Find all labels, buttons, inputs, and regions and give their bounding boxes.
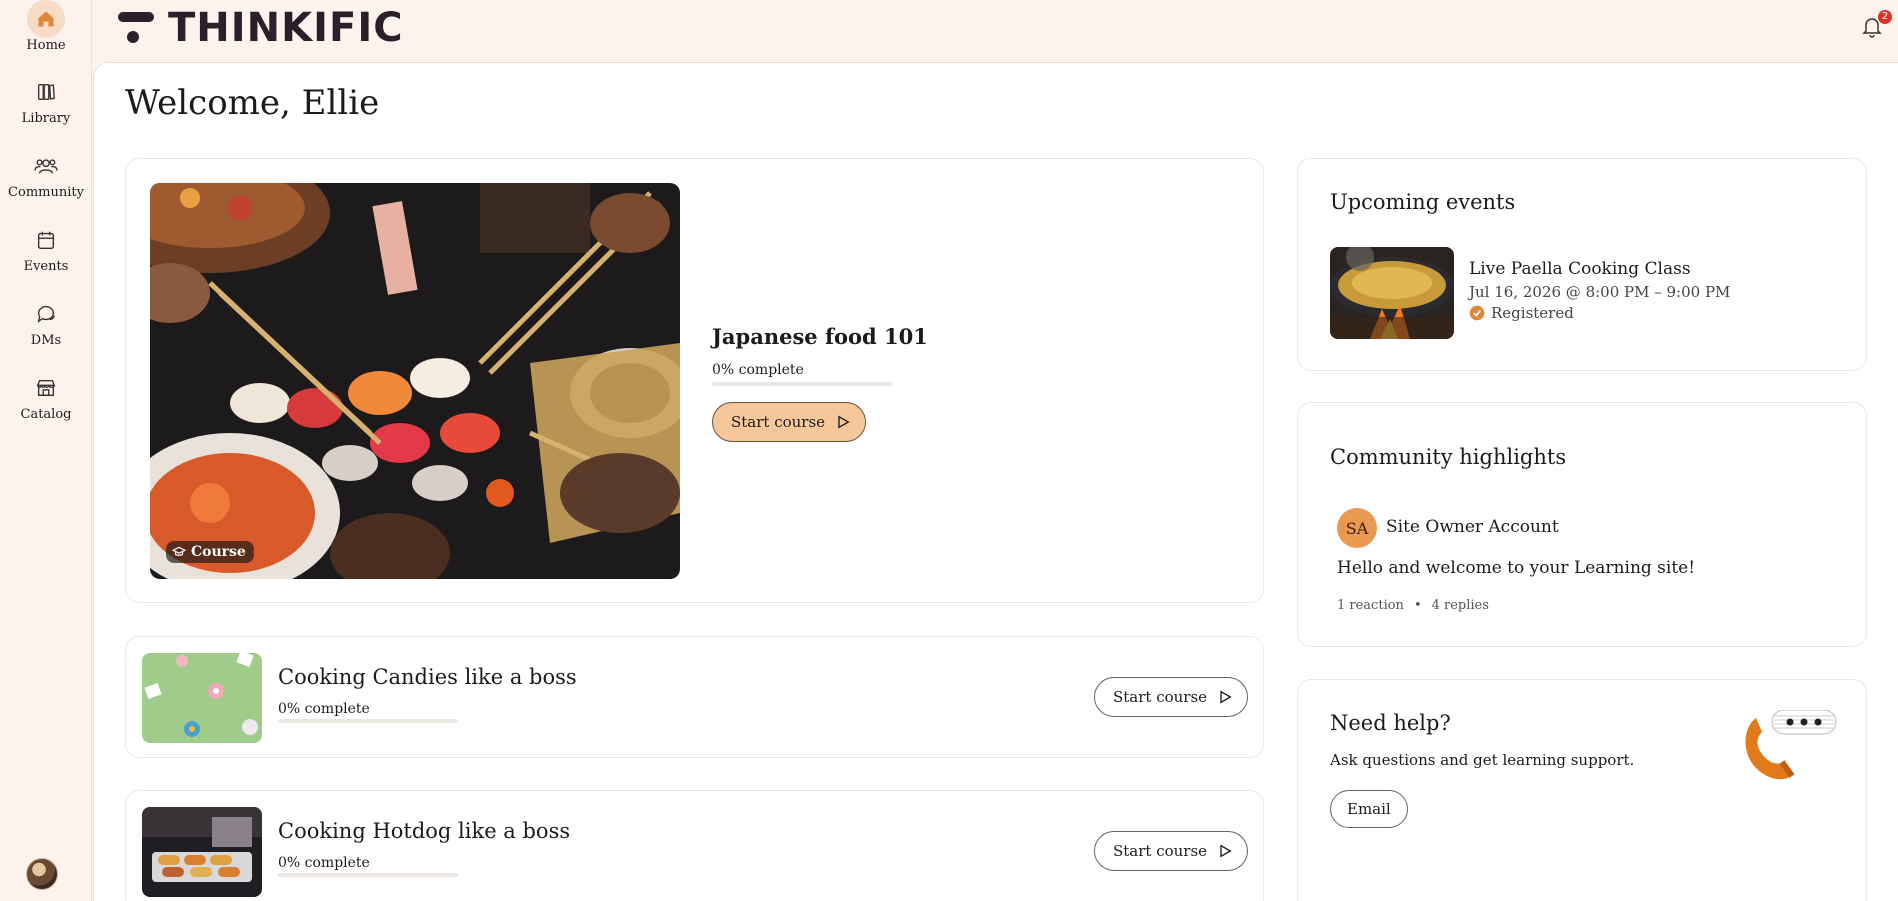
course-title[interactable]: Cooking Candies like a boss	[278, 665, 577, 689]
sidebar-item-label: Library	[21, 111, 71, 126]
thinkific-logo[interactable]: THINKIFIC	[116, 5, 404, 51]
course-thumbnail[interactable]	[142, 807, 262, 897]
hotdog-image	[142, 807, 262, 897]
sidebar-item-label: Community	[8, 185, 84, 200]
post-replies[interactable]: 4 replies	[1432, 598, 1489, 613]
email-button[interactable]: Email	[1330, 790, 1408, 828]
meta-separator: •	[1413, 598, 1422, 613]
sidebar-item-dms[interactable]: DMs	[0, 299, 92, 365]
need-help-heading: Need help?	[1330, 711, 1451, 735]
home-icon	[27, 0, 65, 38]
sidebar-item-community[interactable]: Community	[0, 151, 92, 217]
calendar-icon	[31, 225, 61, 255]
start-course-button[interactable]: Start course	[1094, 677, 1249, 717]
user-avatar[interactable]	[26, 858, 58, 890]
sidebar-item-home[interactable]: Home	[0, 0, 92, 70]
paella-image	[1330, 247, 1454, 339]
start-course-button[interactable]: Start course	[712, 402, 867, 442]
chat-icon	[31, 299, 61, 329]
notifications-button[interactable]: 2	[1860, 10, 1892, 40]
start-course-label: Start course	[1113, 842, 1208, 860]
start-course-label: Start course	[1113, 688, 1208, 706]
post-meta: 1 reaction • 4 replies	[1337, 598, 1489, 613]
sidebar-item-events[interactable]: Events	[0, 225, 92, 291]
email-button-label: Email	[1347, 800, 1391, 818]
need-help-card: Need help? Ask questions and get learnin…	[1297, 679, 1867, 901]
community-icon	[31, 151, 61, 181]
event-status: Registered	[1469, 304, 1574, 322]
featured-course-image[interactable]: Course	[150, 183, 680, 579]
logo-text: THINKIFIC	[168, 5, 404, 51]
event-status-label: Registered	[1491, 304, 1574, 322]
sidebar-item-label: Home	[26, 38, 66, 53]
sidebar-item-label: Catalog	[20, 407, 72, 422]
post-body[interactable]: Hello and welcome to your Learning site!	[1337, 558, 1695, 578]
start-course-button[interactable]: Start course	[1094, 831, 1249, 871]
course-card: Cooking Candies like a boss 0% complete …	[125, 636, 1264, 758]
featured-course-card: Course Japanese food 101 0% complete Sta…	[125, 158, 1264, 603]
course-progress-text: 0% complete	[278, 855, 370, 871]
event-thumbnail[interactable]	[1330, 247, 1454, 339]
event-datetime: Jul 16, 2026 @ 8:00 PM – 9:00 PM	[1469, 283, 1731, 301]
sidebar-item-label: Events	[23, 259, 69, 274]
play-icon	[838, 415, 850, 429]
store-icon	[31, 373, 61, 403]
sidebar: Home Library Community Events DMs Catalo…	[0, 0, 92, 901]
upcoming-events-heading: Upcoming events	[1330, 190, 1516, 214]
sidebar-item-label: DMs	[30, 333, 62, 348]
upcoming-events-card: Upcoming events Live Paella Cooking Clas…	[1297, 158, 1867, 371]
sushi-image	[150, 183, 680, 579]
sidebar-item-library[interactable]: Library	[0, 77, 92, 143]
topbar: THINKIFIC 2	[92, 0, 1898, 62]
candies-image	[142, 653, 262, 743]
play-icon	[1220, 690, 1232, 704]
course-progress-text: 0% complete	[278, 701, 370, 717]
graduation-cap-icon	[172, 546, 186, 556]
post-reactions[interactable]: 1 reaction	[1337, 598, 1404, 613]
community-highlights-card: Community highlights SA Site Owner Accou…	[1297, 402, 1867, 647]
course-title[interactable]: Cooking Hotdog like a boss	[278, 819, 570, 843]
post-author[interactable]: Site Owner Account	[1386, 517, 1559, 537]
main-panel: Welcome, Ellie Course Japanese food 101 …	[93, 62, 1898, 901]
sidebar-item-catalog[interactable]: Catalog	[0, 373, 92, 439]
author-avatar[interactable]: SA	[1337, 508, 1377, 548]
course-progress-bar	[278, 873, 458, 877]
course-type-chip: Course	[166, 541, 254, 563]
check-circle-icon	[1469, 305, 1485, 321]
course-card: Cooking Hotdog like a boss 0% complete S…	[125, 790, 1264, 901]
need-help-subtext: Ask questions and get learning support.	[1330, 751, 1635, 769]
page-title: Welcome, Ellie	[125, 83, 380, 123]
featured-course-title[interactable]: Japanese food 101	[712, 324, 928, 349]
support-phone-icon	[1745, 710, 1837, 780]
community-highlights-heading: Community highlights	[1330, 445, 1567, 469]
play-icon	[1220, 844, 1232, 858]
course-thumbnail[interactable]	[142, 653, 262, 743]
event-title[interactable]: Live Paella Cooking Class	[1469, 259, 1691, 279]
featured-course-progress-text: 0% complete	[712, 362, 804, 378]
course-type-label: Course	[191, 544, 246, 560]
featured-course-progress-bar	[712, 382, 892, 386]
library-icon	[31, 77, 61, 107]
course-progress-bar	[278, 719, 458, 723]
notification-badge: 2	[1878, 10, 1892, 24]
logo-mark-icon	[118, 12, 154, 43]
start-course-label: Start course	[731, 413, 826, 431]
